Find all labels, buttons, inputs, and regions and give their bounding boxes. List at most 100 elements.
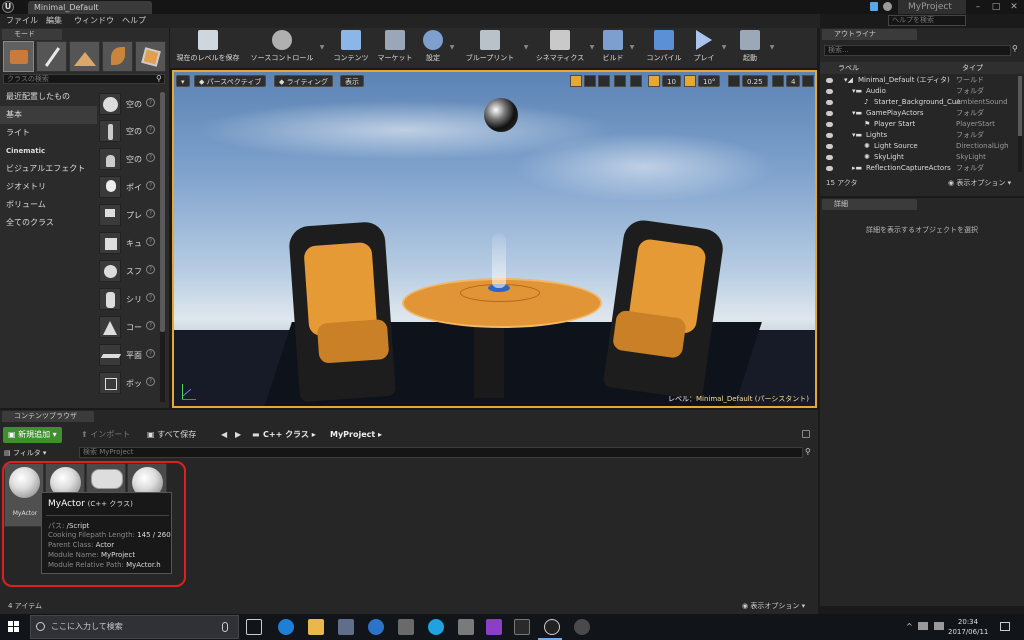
settings-button[interactable]: 設定 (418, 28, 448, 68)
windows-start-icon[interactable] (8, 621, 20, 633)
maximize-button[interactable]: □ (988, 0, 1004, 14)
category-basic[interactable]: 基本 (0, 106, 97, 124)
help-icon[interactable]: ? (146, 125, 155, 134)
category-visual-effects[interactable]: ビジュアルエフェクト (0, 160, 97, 178)
close-button[interactable]: ✕ (1006, 0, 1022, 14)
place-item-cylinder[interactable]: シリ? (98, 286, 160, 312)
dropdown-arrow-icon[interactable]: ▼ (628, 30, 636, 66)
taskbar-clock[interactable]: 20:34 2017/06/11 (948, 617, 988, 637)
scale-snap-value[interactable]: 0.25 (742, 75, 768, 87)
source-control-button[interactable]: ソースコントロール (246, 28, 318, 68)
column-type[interactable]: タイプ (962, 62, 983, 74)
compile-button[interactable]: コンパイル (640, 28, 688, 68)
lighting-button[interactable]: ◆ ライティング (274, 75, 334, 87)
eye-icon[interactable] (826, 78, 833, 83)
world-local-icon[interactable] (614, 75, 626, 87)
place-item-player-start[interactable]: プレ? (98, 202, 160, 228)
rotate-icon[interactable] (584, 75, 596, 87)
help-icon[interactable]: ? (146, 237, 155, 246)
outliner-row[interactable]: ▾▬ GamePlayActors フォルダ (824, 108, 1020, 119)
chevron-up-icon[interactable]: ^ (906, 622, 913, 631)
dropdown-arrow-icon[interactable]: ▼ (720, 30, 728, 66)
landscape-mode-icon[interactable] (69, 41, 100, 72)
edge-icon[interactable] (278, 619, 294, 635)
foliage-mode-icon[interactable] (102, 41, 133, 72)
taskbar-search-input[interactable]: ここに入力して検索 (30, 615, 239, 639)
place-item-point-light[interactable]: ポイ? (98, 174, 160, 200)
outliner-row[interactable]: ✺ Light Source DirectionalLigh (824, 141, 1020, 152)
file-explorer-icon[interactable] (308, 619, 324, 635)
unreal-engine-icon[interactable] (544, 619, 560, 635)
geometry-mode-icon[interactable] (135, 41, 166, 72)
menu-file[interactable]: ファイル (6, 14, 38, 28)
eye-icon[interactable] (826, 155, 833, 160)
dropdown-arrow-icon[interactable]: ▼ (318, 30, 326, 66)
help-icon[interactable]: ? (146, 181, 155, 190)
breadcrumb-cpp-classes[interactable]: C++ クラス ▸ (258, 427, 321, 443)
marketplace-button[interactable]: マーケット (374, 28, 416, 68)
camera-speed-value[interactable]: 4 (786, 75, 801, 87)
place-item-plane[interactable]: 平面? (98, 342, 160, 368)
details-tab[interactable]: 詳細 (822, 199, 917, 210)
perspective-button[interactable]: ◆ パースペクティブ (194, 75, 267, 87)
outliner-row[interactable]: ✺ SkyLight SkyLight (824, 152, 1020, 163)
category-recent[interactable]: 最近配置したもの (0, 88, 97, 106)
level-viewport[interactable]: ▾ ◆ パースペクティブ ◆ ライティング 表示 10 10° 0.25 4 レ… (172, 70, 817, 408)
visual-studio-icon[interactable] (486, 619, 502, 635)
eye-icon[interactable] (826, 144, 833, 149)
help-search-input[interactable]: ヘルプを検索 (888, 15, 966, 26)
category-all-classes[interactable]: 全てのクラス (0, 214, 97, 232)
help-icon[interactable]: ? (146, 98, 155, 107)
outliner-search-input[interactable]: 検索... (824, 45, 1011, 56)
help-icon[interactable]: ? (146, 293, 155, 302)
place-item-cone[interactable]: コー? (98, 314, 160, 340)
menu-edit[interactable]: 編集 (46, 14, 62, 28)
eye-icon[interactable] (826, 166, 833, 171)
content-view-options[interactable]: ◉ 表示オプション ▾ (742, 601, 805, 611)
eye-icon[interactable] (826, 133, 833, 138)
category-volumes[interactable]: ボリューム (0, 196, 97, 214)
outliner-row[interactable]: ▸▬ ReflectionCaptureActors フォルダ (824, 163, 1020, 174)
play-button[interactable]: プレイ (688, 28, 720, 68)
scale-snap-icon[interactable] (728, 75, 740, 87)
place-item-empty-pawn[interactable]: 空の? (98, 146, 160, 172)
outliner-row[interactable]: ⚑ Player Start PlayerStart (824, 119, 1020, 130)
eye-icon[interactable] (826, 122, 833, 127)
volume-icon[interactable] (934, 622, 944, 630)
add-new-button[interactable]: ▣ 新規追加 ▾ (3, 427, 62, 443)
help-icon[interactable]: ? (146, 321, 155, 330)
outliner-row[interactable]: ▾▬ Lights フォルダ (824, 130, 1020, 141)
level-tab[interactable]: Minimal_Default (28, 1, 152, 14)
content-button[interactable]: コンテンツ (330, 28, 372, 68)
class-search-input[interactable]: クラスの検索 (3, 74, 165, 84)
save-all-button[interactable]: ▣ すべて保存 (142, 427, 201, 443)
grid-size-value[interactable]: 10 (662, 75, 681, 87)
help-icon[interactable]: ? (146, 153, 155, 162)
camera-speed-icon[interactable] (772, 75, 784, 87)
column-label[interactable]: ラベル (838, 62, 859, 74)
outliner-row[interactable]: ▾▬ Audio フォルダ (824, 86, 1020, 97)
outliner-view-options[interactable]: ◉ 表示オプション ▾ (948, 178, 1011, 188)
help-icon[interactable]: ? (146, 265, 155, 274)
task-view-icon[interactable] (246, 619, 262, 635)
maximize-viewport-icon[interactable] (802, 75, 814, 87)
outliner-scrollbar[interactable] (1018, 76, 1022, 172)
outliner-row[interactable]: ♪ Starter_Background_Cue AmbientSound (824, 97, 1020, 108)
app-icon[interactable] (398, 619, 414, 635)
place-mode-icon[interactable] (3, 41, 34, 72)
import-button[interactable]: ⬆ インポート (76, 427, 135, 443)
content-browser-tab[interactable]: コンテンツブラウザ (2, 411, 94, 422)
user-icon[interactable] (883, 2, 892, 11)
feedback-icon[interactable] (870, 2, 878, 11)
app-icon[interactable] (458, 619, 474, 635)
help-icon[interactable]: ? (146, 209, 155, 218)
skype-icon[interactable] (428, 619, 444, 635)
launch-button[interactable]: 起動 (732, 28, 768, 68)
menu-help[interactable]: ヘルプ (122, 14, 146, 28)
outliner-row[interactable]: ▾◢ Minimal_Default (エディタ) ワールド (824, 75, 1020, 86)
eye-icon[interactable] (826, 89, 833, 94)
dropdown-arrow-icon[interactable]: ▼ (448, 30, 456, 66)
content-search-input[interactable]: 検索 MyProject (79, 447, 803, 458)
place-item-empty-character[interactable]: 空の? (98, 118, 160, 144)
outliner-tab[interactable]: アウトライナ (822, 29, 917, 40)
